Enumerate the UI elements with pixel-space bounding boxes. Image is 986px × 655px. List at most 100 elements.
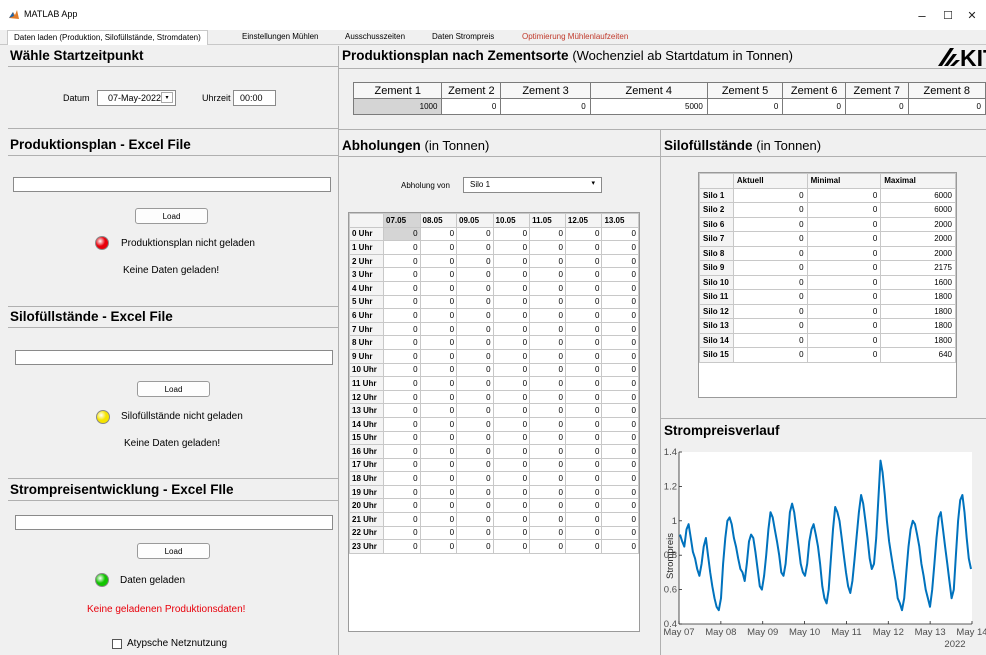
silo-minimal-cell[interactable]: 0 xyxy=(806,274,882,290)
silo-aktuell-cell[interactable]: 0 xyxy=(732,332,808,348)
abholung-cell[interactable]: 0 xyxy=(456,525,494,541)
abholung-cell[interactable]: 0 xyxy=(529,348,566,364)
abholung-cell[interactable]: 0 xyxy=(601,430,639,446)
abholung-cell[interactable]: 0 xyxy=(529,280,566,296)
abholung-cell[interactable]: 0 xyxy=(419,403,458,418)
abholung-cell[interactable]: 0 xyxy=(456,539,494,554)
abholung-cell[interactable]: 0 xyxy=(492,294,531,310)
abholung-cell[interactable]: 0 xyxy=(419,348,458,364)
zement-value-cell[interactable]: 1000 xyxy=(352,98,443,115)
abholung-cell[interactable]: 0 xyxy=(383,484,421,500)
abholung-cell[interactable]: 0 xyxy=(456,430,494,446)
abholung-cell[interactable]: 0 xyxy=(419,484,458,500)
abholung-cell[interactable]: 0 xyxy=(456,484,494,500)
abholung-cell[interactable]: 0 xyxy=(492,267,531,282)
silo-excel-path-input[interactable] xyxy=(15,350,333,365)
silo-aktuell-cell[interactable]: 0 xyxy=(732,187,808,203)
abholung-cell[interactable]: 0 xyxy=(419,321,458,337)
abholung-cell[interactable]: 0 xyxy=(383,444,421,459)
abholung-cell[interactable]: 0 xyxy=(492,280,531,296)
abholung-cell[interactable]: 0 xyxy=(564,525,603,541)
abholung-cell[interactable]: 0 xyxy=(601,240,639,255)
abholung-cell[interactable]: 0 xyxy=(383,308,421,323)
silo-aktuell-cell[interactable]: 0 xyxy=(732,260,808,276)
abholung-cell[interactable]: 0 xyxy=(601,253,639,269)
zement-value-cell[interactable]: 0 xyxy=(441,98,502,115)
abholung-cell[interactable]: 0 xyxy=(456,226,494,242)
abholung-cell[interactable]: 0 xyxy=(492,253,531,269)
abholung-cell[interactable]: 0 xyxy=(383,471,421,486)
abholung-cell[interactable]: 0 xyxy=(529,362,566,378)
abholung-cell[interactable]: 0 xyxy=(492,525,531,541)
silo-load-button[interactable]: Load xyxy=(137,381,210,397)
abholung-cell[interactable]: 0 xyxy=(529,308,566,323)
abholung-cell[interactable]: 0 xyxy=(419,294,458,310)
abholung-cell[interactable]: 0 xyxy=(492,484,531,500)
abholung-cell[interactable]: 0 xyxy=(564,512,603,527)
abholung-cell[interactable]: 0 xyxy=(601,280,639,296)
abholung-cell[interactable]: 0 xyxy=(529,389,566,405)
abholung-cell[interactable]: 0 xyxy=(564,403,603,418)
abholung-cell[interactable]: 0 xyxy=(419,376,458,391)
silo-minimal-cell[interactable]: 0 xyxy=(806,216,882,232)
abholung-cell[interactable]: 0 xyxy=(456,457,494,473)
abholung-cell[interactable]: 0 xyxy=(492,416,531,432)
abholung-cell[interactable]: 0 xyxy=(419,335,458,350)
abholung-cell[interactable]: 0 xyxy=(601,403,639,418)
abholung-cell[interactable]: 0 xyxy=(492,348,531,364)
abholung-cell[interactable]: 0 xyxy=(601,444,639,459)
abholung-cell[interactable]: 0 xyxy=(419,498,458,514)
abholung-cell[interactable]: 0 xyxy=(419,240,458,255)
silo-maximal-cell[interactable]: 1600 xyxy=(880,274,956,290)
abholung-cell[interactable]: 0 xyxy=(419,444,458,459)
abholung-cell[interactable]: 0 xyxy=(383,321,421,337)
datum-picker[interactable]: 07-May-2022 ▾ xyxy=(97,90,176,106)
abholung-cell[interactable]: 0 xyxy=(529,253,566,269)
abholung-cell[interactable]: 0 xyxy=(419,471,458,486)
abholung-cell[interactable]: 0 xyxy=(456,416,494,432)
abholung-cell[interactable]: 0 xyxy=(383,403,421,418)
abholung-cell[interactable]: 0 xyxy=(529,294,566,310)
abholung-cell[interactable]: 0 xyxy=(529,416,566,432)
silo-maximal-cell[interactable]: 6000 xyxy=(880,202,956,218)
silo-aktuell-cell[interactable]: 0 xyxy=(732,347,808,363)
abholung-cell[interactable]: 0 xyxy=(383,430,421,446)
abholung-cell[interactable]: 0 xyxy=(456,389,494,405)
abholung-cell[interactable]: 0 xyxy=(564,471,603,486)
abholung-cell[interactable]: 0 xyxy=(492,403,531,418)
abholung-cell[interactable]: 0 xyxy=(529,240,566,255)
abholung-cell[interactable]: 0 xyxy=(529,525,566,541)
abholung-cell[interactable]: 0 xyxy=(383,457,421,473)
abholung-cell[interactable]: 0 xyxy=(564,376,603,391)
prod-excel-path-input[interactable] xyxy=(13,177,331,192)
abholung-cell[interactable]: 0 xyxy=(529,484,566,500)
abholung-cell[interactable]: 0 xyxy=(529,403,566,418)
silo-minimal-cell[interactable]: 0 xyxy=(806,318,882,334)
silo-aktuell-cell[interactable]: 0 xyxy=(732,245,808,261)
abholung-cell[interactable]: 0 xyxy=(456,471,494,486)
silo-maximal-cell[interactable]: 640 xyxy=(880,347,956,363)
abholung-cell[interactable]: 0 xyxy=(492,308,531,323)
abholung-cell[interactable]: 0 xyxy=(383,512,421,527)
strom-load-button[interactable]: Load xyxy=(137,543,210,559)
abholung-cell[interactable]: 0 xyxy=(383,226,421,242)
silo-minimal-cell[interactable]: 0 xyxy=(806,231,882,247)
silo-minimal-cell[interactable]: 0 xyxy=(806,260,882,276)
abholung-cell[interactable]: 0 xyxy=(456,348,494,364)
abholung-cell[interactable]: 0 xyxy=(456,512,494,527)
silo-minimal-cell[interactable]: 0 xyxy=(806,202,882,218)
abholung-cell[interactable]: 0 xyxy=(419,308,458,323)
abholung-von-dropdown[interactable]: Silo 1 ▾ xyxy=(463,177,602,193)
abholung-cell[interactable]: 0 xyxy=(601,484,639,500)
dropdown-arrow-icon[interactable]: ▾ xyxy=(161,92,173,103)
abholung-cell[interactable]: 0 xyxy=(564,335,603,350)
abholung-cell[interactable]: 0 xyxy=(492,335,531,350)
abholung-cell[interactable]: 0 xyxy=(492,471,531,486)
abholung-cell[interactable]: 0 xyxy=(492,512,531,527)
close-button[interactable]: ✕ xyxy=(958,6,986,26)
abholung-cell[interactable]: 0 xyxy=(601,335,639,350)
abholung-cell[interactable]: 0 xyxy=(564,308,603,323)
abholung-cell[interactable]: 0 xyxy=(383,280,421,296)
abholung-cell[interactable]: 0 xyxy=(529,498,566,514)
silo-minimal-cell[interactable]: 0 xyxy=(806,347,882,363)
